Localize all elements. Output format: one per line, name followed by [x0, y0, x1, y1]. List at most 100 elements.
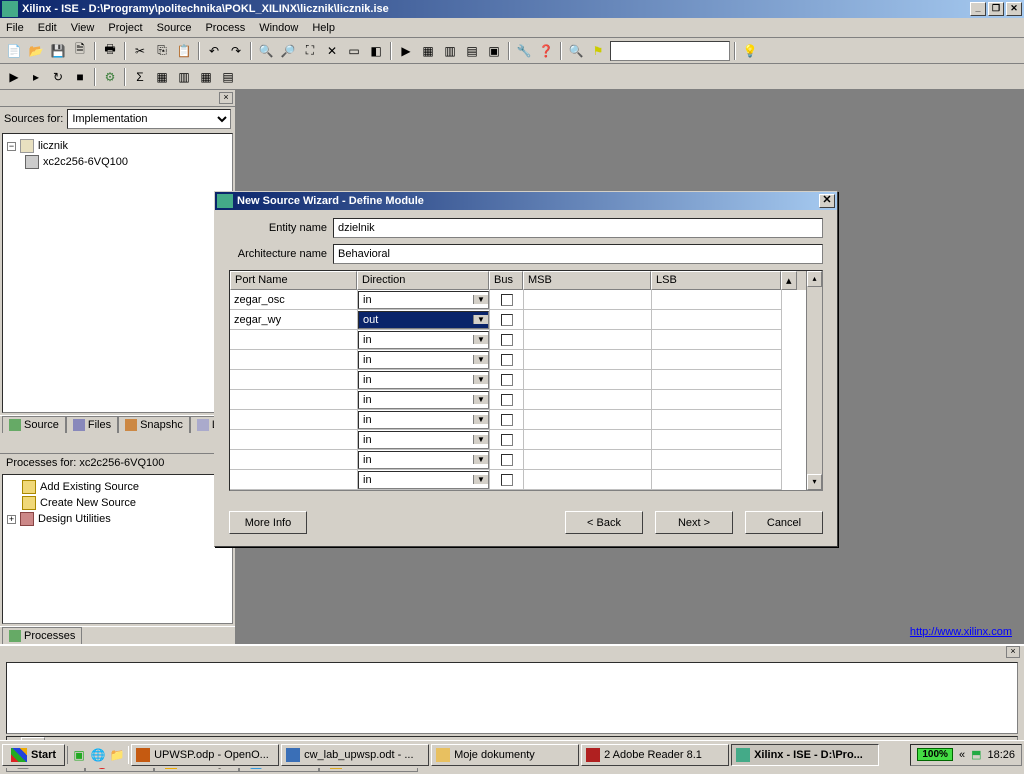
- architecture-name-input[interactable]: [333, 244, 823, 264]
- menu-edit[interactable]: Edit: [38, 22, 57, 34]
- tray-icon[interactable]: ⬒: [971, 748, 981, 761]
- lsb-cell[interactable]: [652, 350, 782, 370]
- lsb-cell[interactable]: [652, 330, 782, 350]
- msb-cell[interactable]: [524, 330, 652, 350]
- direction-select[interactable]: in▼: [358, 331, 489, 349]
- menu-window[interactable]: Window: [259, 22, 298, 34]
- direction-select[interactable]: in▼: [358, 351, 489, 369]
- taskbar-button[interactable]: Xilinx - ISE - D:\Pro...: [731, 744, 879, 766]
- port-name-cell[interactable]: [230, 390, 358, 410]
- col-direction[interactable]: Direction: [357, 271, 489, 290]
- lsb-cell[interactable]: [652, 290, 782, 310]
- view1-icon[interactable]: ▦: [152, 67, 172, 87]
- msb-cell[interactable]: [524, 310, 652, 330]
- table-scrollbar[interactable]: ▴ ▾: [806, 271, 822, 490]
- msb-cell[interactable]: [524, 410, 652, 430]
- bus-checkbox[interactable]: [501, 354, 513, 366]
- process-item[interactable]: Add Existing Source: [40, 481, 139, 493]
- menu-view[interactable]: View: [71, 22, 95, 34]
- port-name-cell[interactable]: [230, 410, 358, 430]
- direction-select[interactable]: out▼: [358, 311, 489, 329]
- help-icon[interactable]: ❓: [536, 41, 556, 61]
- undo-icon[interactable]: ↶: [204, 41, 224, 61]
- save-icon[interactable]: 💾: [48, 41, 68, 61]
- ql-icon[interactable]: ▣: [70, 746, 88, 764]
- flag-icon[interactable]: ⚑: [588, 41, 608, 61]
- proc-icon[interactable]: ▶: [4, 67, 24, 87]
- direction-select[interactable]: in▼: [358, 371, 489, 389]
- port-name-cell[interactable]: [230, 350, 358, 370]
- cut-icon[interactable]: ✂: [130, 41, 150, 61]
- tool2-icon[interactable]: ▭: [344, 41, 364, 61]
- taskbar-button[interactable]: 2 Adobe Reader 8.1: [581, 744, 729, 766]
- msb-cell[interactable]: [524, 390, 652, 410]
- bus-checkbox[interactable]: [501, 474, 513, 486]
- taskbar-button[interactable]: cw_lab_upwsp.odt - ...: [281, 744, 429, 766]
- direction-select[interactable]: in▼: [358, 411, 489, 429]
- sources-tree[interactable]: −licznikxc2c256-6VQ100: [2, 133, 233, 413]
- proc2-icon[interactable]: ▸: [26, 67, 46, 87]
- scroll-up-button[interactable]: ▴: [781, 271, 797, 290]
- gear-icon[interactable]: ⚙: [100, 67, 120, 87]
- tool-icon[interactable]: ✕: [322, 41, 342, 61]
- lightbulb-icon[interactable]: 💡: [740, 41, 760, 61]
- panel-close-icon[interactable]: ×: [219, 92, 233, 104]
- view2-icon[interactable]: ▥: [174, 67, 194, 87]
- bus-checkbox[interactable]: [501, 294, 513, 306]
- processes-tree[interactable]: Add Existing SourceCreate New Source+Des…: [2, 474, 233, 624]
- lsb-cell[interactable]: [652, 410, 782, 430]
- menu-process[interactable]: Process: [205, 22, 245, 34]
- port-name-cell[interactable]: [230, 370, 358, 390]
- redo-icon[interactable]: ↷: [226, 41, 246, 61]
- close-button[interactable]: ✕: [1006, 2, 1022, 16]
- bus-checkbox[interactable]: [501, 454, 513, 466]
- view4-icon[interactable]: ▤: [218, 67, 238, 87]
- process-item[interactable]: Design Utilities: [38, 513, 111, 525]
- msb-cell[interactable]: [524, 430, 652, 450]
- paste-icon[interactable]: 📋: [174, 41, 194, 61]
- dropdown-arrow-icon[interactable]: ▼: [473, 435, 488, 444]
- tab-processes[interactable]: Processes: [2, 627, 82, 644]
- msb-cell[interactable]: [524, 350, 652, 370]
- new-icon[interactable]: 📄: [4, 41, 24, 61]
- msb-cell[interactable]: [524, 370, 652, 390]
- console-output[interactable]: [6, 662, 1018, 734]
- zoomout-icon[interactable]: 🔎: [278, 41, 298, 61]
- sources-select[interactable]: Implementation: [67, 109, 231, 129]
- bus-checkbox[interactable]: [501, 414, 513, 426]
- dialog-close-button[interactable]: ✕: [819, 194, 835, 208]
- tree-item-label[interactable]: licznik: [38, 140, 68, 152]
- tab-snapshc[interactable]: Snapshc: [118, 416, 190, 433]
- tool3-icon[interactable]: ◧: [366, 41, 386, 61]
- minimize-button[interactable]: _: [970, 2, 986, 16]
- ql-icon[interactable]: 📁: [108, 746, 126, 764]
- tree-expand-icon[interactable]: +: [7, 515, 16, 524]
- menu-file[interactable]: File: [6, 22, 24, 34]
- col-bus[interactable]: Bus: [489, 271, 523, 290]
- lsb-cell[interactable]: [652, 470, 782, 490]
- lsb-cell[interactable]: [652, 310, 782, 330]
- port-name-cell[interactable]: [230, 450, 358, 470]
- dropdown-arrow-icon[interactable]: ▼: [473, 455, 488, 464]
- start-button[interactable]: Start: [2, 744, 65, 766]
- zoomin-icon[interactable]: 🔍: [256, 41, 276, 61]
- back-button[interactable]: < Back: [565, 511, 643, 534]
- msb-cell[interactable]: [524, 290, 652, 310]
- col-lsb[interactable]: LSB: [651, 271, 781, 290]
- lsb-cell[interactable]: [652, 370, 782, 390]
- battery-indicator[interactable]: 100%: [917, 748, 953, 761]
- layout2-icon[interactable]: ▥: [440, 41, 460, 61]
- search-combo[interactable]: [610, 41, 730, 61]
- direction-select[interactable]: in▼: [358, 291, 489, 309]
- sigma-icon[interactable]: Σ: [130, 67, 150, 87]
- direction-select[interactable]: in▼: [358, 431, 489, 449]
- proc3-icon[interactable]: ↻: [48, 67, 68, 87]
- dropdown-arrow-icon[interactable]: ▼: [473, 475, 488, 484]
- lsb-cell[interactable]: [652, 450, 782, 470]
- view3-icon[interactable]: ▦: [196, 67, 216, 87]
- saveall-icon[interactable]: 🗎: [70, 41, 90, 61]
- col-msb[interactable]: MSB: [523, 271, 651, 290]
- tab-source[interactable]: Source: [2, 416, 66, 433]
- dropdown-arrow-icon[interactable]: ▼: [473, 415, 488, 424]
- stop-icon[interactable]: ■: [70, 67, 90, 87]
